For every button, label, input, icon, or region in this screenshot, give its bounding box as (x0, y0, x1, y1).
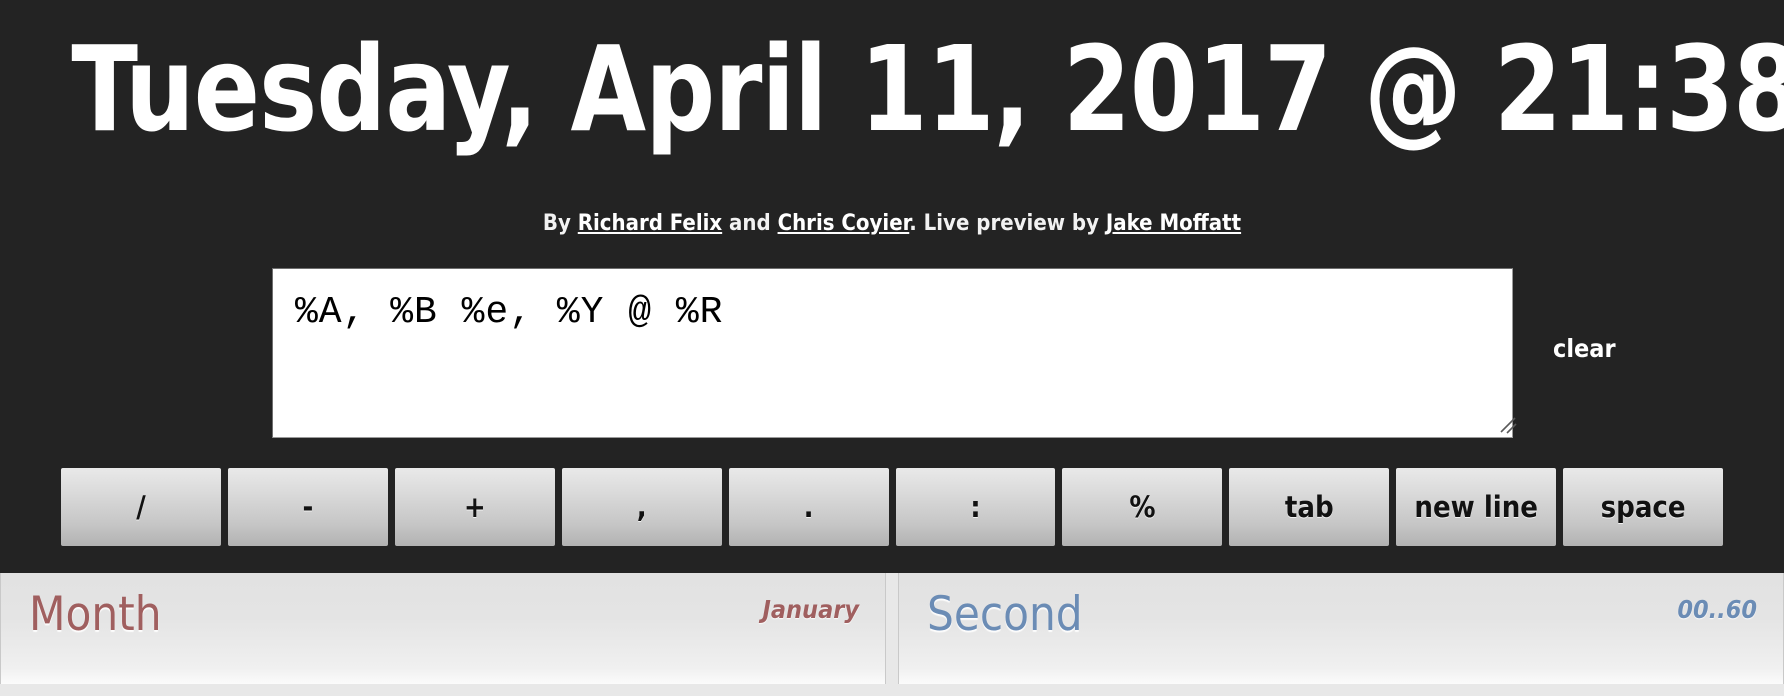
result-panels: Month January Second 00..60 (0, 573, 1784, 696)
token-dash[interactable]: - (227, 468, 388, 546)
clear-button[interactable]: clear (1553, 334, 1616, 363)
token-tab[interactable]: tab (1229, 468, 1390, 546)
byline-conjunction: and (722, 211, 778, 236)
format-input-row: clear (272, 268, 1616, 438)
token-percent[interactable]: % (1062, 468, 1223, 546)
token-new-line[interactable]: new line (1396, 468, 1557, 546)
token-slash[interactable]: / (61, 468, 221, 546)
panel-hint: January (762, 595, 860, 624)
panel-title: Month (29, 587, 162, 642)
byline-prefix: By (542, 211, 578, 236)
link-jake-moffatt[interactable]: Jake Moffatt (1106, 211, 1241, 236)
link-chris-coyier[interactable]: Chris Coyier (778, 211, 910, 236)
panel-hint: 00..60 (1677, 595, 1757, 624)
token-period[interactable]: . (728, 468, 889, 546)
panel-title: Second (927, 587, 1083, 642)
format-string-input[interactable] (272, 268, 1513, 438)
token-space[interactable]: space (1563, 468, 1724, 546)
link-richard-felix[interactable]: Richard Felix (578, 211, 722, 236)
header-section: Tuesday, April 11, 2017 @ 21:38 By Richa… (0, 0, 1784, 573)
token-button-row: / - +,.:% tab new line space (61, 468, 1724, 546)
panel-second[interactable]: Second 00..60 (898, 573, 1784, 684)
token-colon[interactable]: : (895, 468, 1056, 546)
panel-month[interactable]: Month January (0, 573, 886, 684)
byline-middle: . Live preview by (909, 211, 1106, 236)
page-title: Tuesday, April 11, 2017 @ 21:38 (71, 20, 1784, 158)
strftime-playground: Tuesday, April 11, 2017 @ 21:38 By Richa… (0, 0, 1784, 696)
token-comma[interactable]: , (561, 468, 722, 546)
byline: By Richard Felix and Chris Coyier. Live … (0, 211, 1784, 236)
token-plus[interactable]: + (394, 468, 555, 546)
